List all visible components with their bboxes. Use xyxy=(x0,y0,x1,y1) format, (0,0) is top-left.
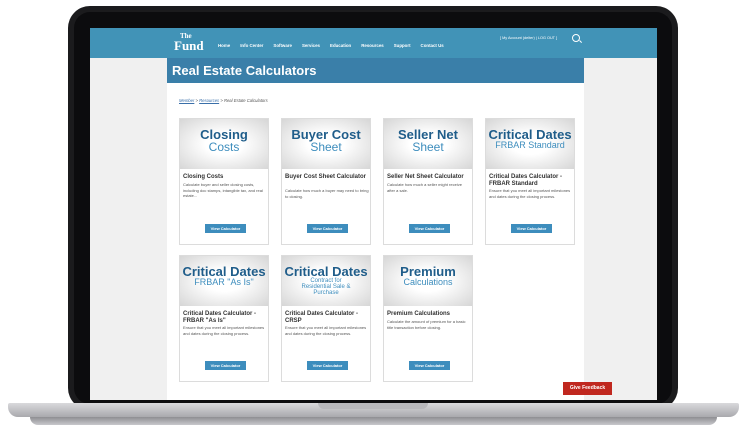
logo-line-2: Fund xyxy=(174,38,204,53)
thumb-subtitle: FRBAR Standard xyxy=(495,140,565,150)
card-title: Premium Calculations xyxy=(387,311,451,317)
breadcrumb-resources[interactable]: Resources xyxy=(199,98,219,103)
page-title-bar: Real Estate Calculators xyxy=(167,58,584,83)
view-calculator-button[interactable]: View Calculator xyxy=(307,224,348,233)
view-calculator-button[interactable]: View Calculator xyxy=(205,361,246,370)
card-thumbnail[interactable]: Critical Dates Contract for Residential … xyxy=(282,256,370,306)
site-logo[interactable]: The Fund xyxy=(174,32,204,53)
calculator-card-premium: Premium Calculations Premium Calculation… xyxy=(383,255,473,382)
card-thumbnail[interactable]: Seller Net Sheet xyxy=(384,119,472,169)
card-thumbnail[interactable]: Premium Calculations xyxy=(384,256,472,306)
card-description: Ensure that you meet all important miles… xyxy=(183,325,265,336)
laptop-base-shadow xyxy=(30,417,717,425)
card-title: Seller Net Sheet Calculator xyxy=(387,174,464,180)
card-title: Critical Dates Calculator - FRBAR Standa… xyxy=(489,174,563,187)
nav-support[interactable]: Support xyxy=(394,43,411,48)
page-title: Real Estate Calculators xyxy=(172,63,317,78)
nav-home[interactable]: Home xyxy=(218,43,230,48)
view-calculator-button[interactable]: View Calculator xyxy=(409,361,450,370)
calculator-card-closing-costs: Closing Costs Closing Costs Calculate bu… xyxy=(179,118,269,245)
view-calculator-button[interactable]: View Calculator xyxy=(511,224,552,233)
card-description: Calculate buyer and seller closing costs… xyxy=(183,182,263,198)
breadcrumb-current: Real Estate Calculators xyxy=(223,98,268,103)
view-calculator-button[interactable]: View Calculator xyxy=(409,224,450,233)
card-thumbnail[interactable]: Critical Dates FRBAR Standard xyxy=(486,119,574,169)
nav-education[interactable]: Education xyxy=(330,43,351,48)
give-feedback-button[interactable]: Give Feedback xyxy=(563,382,612,395)
main-content: Member > Resources > Real Estate Calcula… xyxy=(167,83,584,400)
calculator-card-seller-net: Seller Net Sheet Seller Net Sheet Calcul… xyxy=(383,118,473,245)
thumb-subtitle: Costs xyxy=(208,140,240,154)
card-description: Ensure that you meet all important miles… xyxy=(285,325,367,336)
thumb-subtitle: Calculations xyxy=(403,277,453,287)
nav-services[interactable]: Services xyxy=(302,43,320,48)
thumb-subtitle: Sheet xyxy=(310,140,342,154)
calculator-card-buyer-cost: Buyer Cost Sheet Buyer Cost Sheet Calcul… xyxy=(281,118,371,245)
search-icon[interactable] xyxy=(572,34,580,42)
thumb-subtitle: Contract for Residential Sale & Purchase xyxy=(301,278,351,296)
browser-screen: The Fund Home Info Center Software Servi… xyxy=(90,28,657,400)
account-links[interactable]: [ My Account (delter) | LOG OUT ] xyxy=(500,36,557,40)
thumb-title: Critical Dates xyxy=(284,264,368,279)
nav-software[interactable]: Software xyxy=(273,43,292,48)
nav-contact-us[interactable]: Contact Us xyxy=(421,43,444,48)
card-thumbnail[interactable]: Critical Dates FRBAR "As Is" xyxy=(180,256,268,306)
card-description: Calculate how much a seller might receiv… xyxy=(387,182,462,193)
card-thumbnail[interactable]: Closing Costs xyxy=(180,119,268,169)
card-title: Buyer Cost Sheet Calculator xyxy=(285,174,367,180)
laptop-notch xyxy=(318,403,428,409)
thumb-subtitle: FRBAR "As Is" xyxy=(194,277,254,287)
thumb-subtitle: Sheet xyxy=(412,140,444,154)
card-description: Calculate how much a buyer may need to b… xyxy=(285,188,369,199)
card-title: Closing Costs xyxy=(183,174,224,180)
calculator-card-critical-dates-crsp: Critical Dates Contract for Residential … xyxy=(281,255,371,382)
card-description: Calculate the amount of premium for a ba… xyxy=(387,319,466,330)
card-description: Ensure that you meet all important miles… xyxy=(489,188,571,199)
main-menu: Home Info Center Software Services Educa… xyxy=(218,43,444,48)
view-calculator-button[interactable]: View Calculator xyxy=(307,361,348,370)
card-title: Critical Dates Calculator - FRBAR "As Is… xyxy=(183,311,257,324)
card-thumbnail[interactable]: Buyer Cost Sheet xyxy=(282,119,370,169)
view-calculator-button[interactable]: View Calculator xyxy=(205,224,246,233)
calculator-card-critical-dates-as-is: Critical Dates FRBAR "As Is" Critical Da… xyxy=(179,255,269,382)
card-title: Critical Dates Calculator - CRSP xyxy=(285,311,359,324)
breadcrumb-member[interactable]: Member xyxy=(179,98,194,103)
top-navigation-bar: The Fund Home Info Center Software Servi… xyxy=(90,28,657,58)
nav-info-center[interactable]: Info Center xyxy=(240,43,263,48)
calculator-card-critical-dates-standard: Critical Dates FRBAR Standard Critical D… xyxy=(485,118,575,245)
nav-resources[interactable]: Resources xyxy=(361,43,383,48)
breadcrumb: Member > Resources > Real Estate Calcula… xyxy=(179,98,268,103)
